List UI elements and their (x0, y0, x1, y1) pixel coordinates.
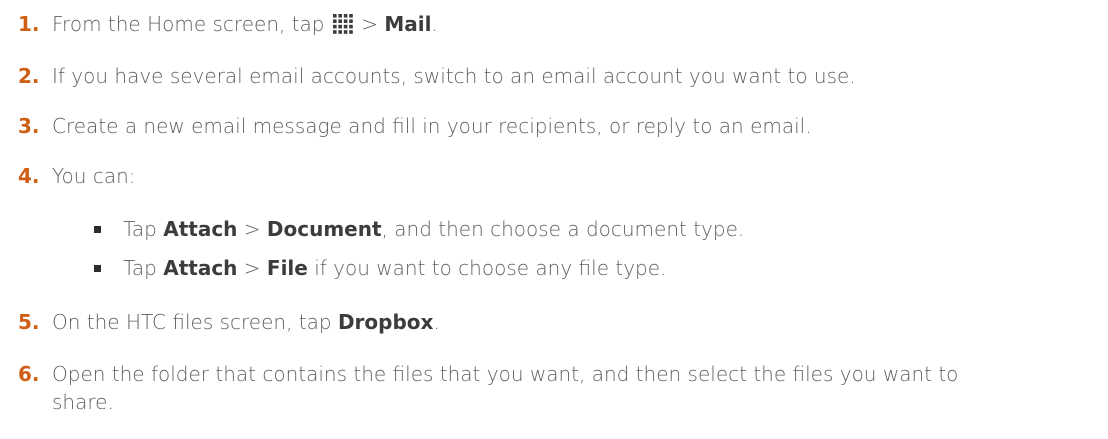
menu-item-attach: Attach (163, 256, 238, 280)
step-text-part: On the HTC files screen, tap (52, 310, 338, 334)
sub-item-text-part: , and then choose a document type. (381, 217, 745, 241)
step-number: 3. (18, 114, 40, 138)
sub-item-text: Tap Attach > Document, and then choose a… (123, 215, 744, 243)
step-text-part: From the Home screen, tap (52, 12, 331, 36)
step-number: 2. (18, 64, 40, 88)
step-text-part: . (433, 310, 440, 334)
step-number: 5. (18, 310, 40, 334)
sub-item-text-part: if you want to choose any file type. (307, 256, 667, 280)
step-text: If you have several email accounts, swit… (52, 64, 856, 88)
menu-item-mail: Mail (384, 12, 432, 36)
step-text-part: . (431, 12, 438, 36)
step-number: 6. (18, 362, 40, 386)
sub-item-text-part: Tap (123, 256, 164, 280)
step-text: Open the folder that contains the files … (52, 362, 959, 414)
instruction-document: 1. From the Home screen, tap > Mail. 2. … (0, 0, 1108, 439)
bullet-square-icon (94, 226, 101, 233)
apps-grid-icon (332, 14, 353, 34)
sub-item-text-part: > (237, 217, 267, 241)
step-text-part: > (354, 12, 385, 36)
bullet-square-icon (94, 265, 101, 272)
menu-item-dropbox: Dropbox (337, 310, 434, 334)
step-text: From the Home screen, tap > Mail. (52, 10, 1052, 38)
step-text: You can: (52, 164, 136, 188)
menu-item-file: File (266, 256, 308, 280)
step-text: Create a new email message and fill in y… (52, 114, 812, 138)
step-number: 1. (18, 12, 40, 36)
menu-item-document: Document (266, 217, 382, 241)
sub-item-text-part: > (237, 256, 267, 280)
sub-item-text: Tap Attach > File if you want to choose … (123, 254, 666, 282)
step-number: 4. (18, 164, 40, 188)
menu-item-attach: Attach (163, 217, 238, 241)
sub-item-text-part: Tap (123, 217, 164, 241)
step-text: On the HTC files screen, tap Dropbox. (52, 308, 1052, 336)
